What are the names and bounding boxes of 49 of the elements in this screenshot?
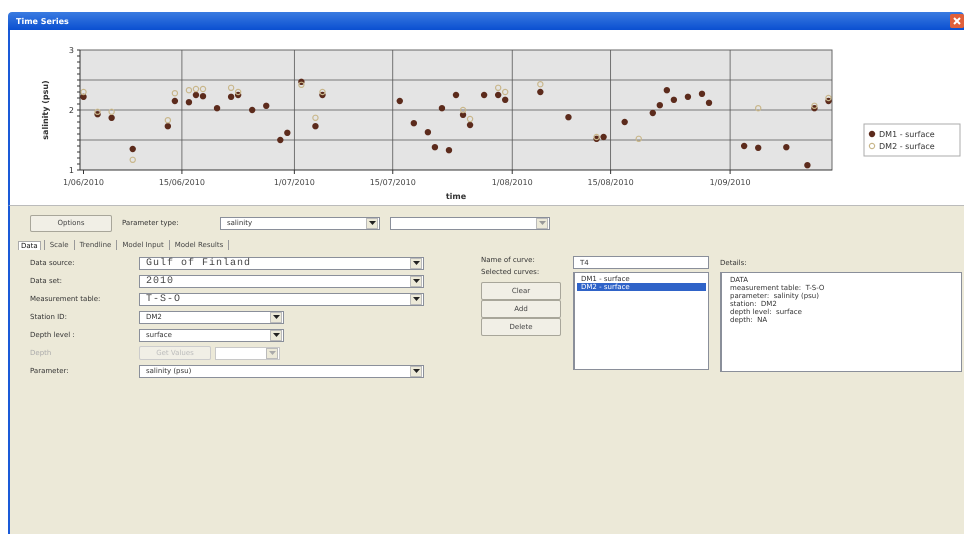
data-point: [432, 144, 438, 150]
y-tick-label: 1: [68, 166, 74, 175]
data-point: [446, 147, 452, 154]
x-tick-label: 1/09/2010: [710, 178, 751, 187]
close-icon[interactable]: [950, 14, 964, 28]
dropdown[interactable]: T-S-O: [139, 292, 424, 306]
data-point: [410, 120, 418, 126]
data-point: [698, 90, 706, 97]
data-point: [804, 162, 811, 168]
data-point: [565, 114, 572, 120]
data-point: [706, 100, 712, 106]
data-point: [396, 98, 403, 104]
window-title: Time Series: [16, 16, 69, 26]
dropdown[interactable]: [390, 216, 550, 230]
data-point: [130, 146, 136, 152]
data-point: [684, 94, 692, 100]
x-tick-label: 15/08/2010: [588, 178, 634, 187]
dropdown[interactable]: 2010: [139, 274, 424, 288]
data-point: [438, 105, 446, 112]
dropdown[interactable]: [215, 346, 280, 360]
legend-label: DM1 - surface: [879, 130, 935, 139]
x-axis-title: time: [446, 192, 466, 201]
legend-label: DM2 - surface: [879, 142, 935, 151]
data-point: [636, 136, 642, 142]
data-point: [263, 102, 270, 109]
data-point: [452, 92, 460, 98]
data-point: [755, 144, 762, 151]
data-point: [621, 118, 628, 126]
y-axis-title: salinity (psu): [41, 80, 50, 140]
data-point: [424, 129, 432, 136]
dropdown[interactable]: Gulf of Finland: [139, 256, 424, 270]
y-tick-label: 3: [68, 46, 74, 55]
x-tick-label: 15/07/2010: [370, 178, 416, 187]
x-tick-label: 15/06/2010: [158, 178, 205, 187]
x-tick-label: 1/06/2010: [63, 178, 104, 187]
data-point: [130, 156, 136, 163]
data-point: [755, 105, 762, 112]
data-point: [312, 123, 319, 130]
data-point: [312, 114, 319, 121]
data-point: [664, 87, 670, 94]
x-tick-label: 1/08/2010: [492, 178, 533, 187]
data-point: [783, 144, 790, 150]
data-point: [214, 105, 220, 112]
data-point: [480, 92, 488, 98]
x-tick-label: 1/07/2010: [274, 178, 315, 187]
data-point: [670, 96, 678, 103]
data-point: [740, 142, 748, 150]
data-point: [248, 106, 256, 114]
y-tick-label: 2: [68, 106, 74, 115]
